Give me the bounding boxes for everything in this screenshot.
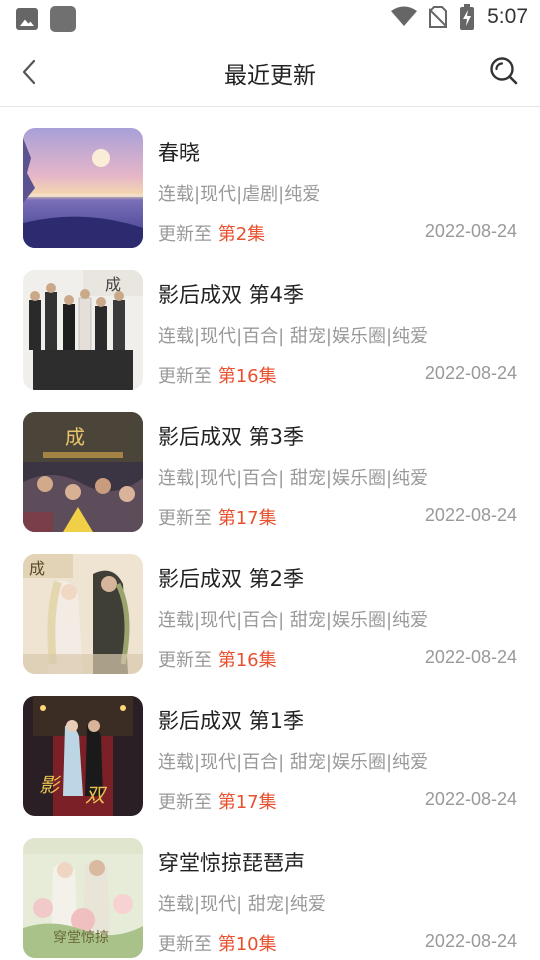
list-item[interactable]: 影 双 影后成双 第1季 连载|现代|百合| 甜宠|娱乐圈|纯爱 更新至 第17… [0,675,540,817]
item-tags: 连载|现代|百合| 甜宠|娱乐圈|纯爱 [158,610,429,631]
update-prefix: 更新至 [158,934,218,955]
episode-label: 第2集 [217,224,266,245]
item-date: 2022-08-24 [424,789,517,809]
cover-image[interactable]: 穿堂惊掠 [23,838,143,958]
app-bar: 最近更新 [0,36,540,107]
update-prefix: 更新至 [158,508,218,529]
episode-label: 第16集 [217,650,277,671]
update-prefix: 更新至 [158,792,218,813]
search-icon[interactable] [488,55,520,87]
svg-text:双: 双 [85,783,108,807]
update-list: 春晓 连载|现代|虐剧|纯爱 更新至 第2集 2022-08-24 成 影后成双… [0,107,540,959]
episode-label: 第17集 [217,792,277,813]
cover-image[interactable]: 成 [23,270,143,390]
item-date: 2022-08-24 [424,221,517,241]
episode-label: 第10集 [217,934,277,955]
item-update: 更新至 第17集 [158,788,277,814]
clock: 5:07 [487,5,528,28]
item-update: 更新至 第17集 [158,504,277,530]
item-title: 穿堂惊掠琵琶声 [158,851,305,875]
update-prefix: 更新至 [158,650,218,671]
item-date: 2022-08-24 [424,647,517,667]
list-item[interactable]: 成 影后成双 第3季 连载|现代|百合| 甜宠|娱乐圈|纯爱 更新至 第17集 … [0,391,540,533]
no-sim-icon [429,6,448,28]
item-date: 2022-08-24 [424,363,517,383]
item-tags: 连载|现代|虐剧|纯爱 [158,184,321,205]
cover-image[interactable] [23,128,143,248]
item-title: 影后成双 第2季 [158,567,305,591]
item-update: 更新至 第16集 [158,362,277,388]
item-update: 更新至 第10集 [158,930,277,956]
item-update: 更新至 第2集 [158,220,265,246]
item-date: 2022-08-24 [424,505,517,525]
image-icon [16,8,38,30]
cover-image[interactable]: 影 双 [23,696,143,816]
item-tags: 连载|现代|百合| 甜宠|娱乐圈|纯爱 [158,752,429,773]
cover-image[interactable]: 成 [23,412,143,532]
item-title: 春晓 [158,141,200,165]
episode-label: 第17集 [217,508,277,529]
list-item[interactable]: 成 影后成双 第2季 连载|现代|百合| 甜宠|娱乐圈|纯爱 更新至 第16集 … [0,533,540,675]
item-date: 2022-08-24 [424,931,517,951]
update-prefix: 更新至 [158,224,218,245]
app-icon [50,6,76,32]
cover-image[interactable]: 成 [23,554,143,674]
item-title: 影后成双 第3季 [158,425,305,449]
item-title: 影后成双 第1季 [158,709,305,733]
episode-label: 第16集 [217,366,277,387]
svg-text:成: 成 [65,425,85,449]
item-tags: 连载|现代| 甜宠|纯爱 [158,894,326,915]
svg-text:成: 成 [29,559,45,578]
page-title: 最近更新 [224,63,316,89]
list-item[interactable]: 穿堂惊掠 穿堂惊掠琵琶声 连载|现代| 甜宠|纯爱 更新至 第10集 2022-… [0,817,540,959]
item-tags: 连载|现代|百合| 甜宠|娱乐圈|纯爱 [158,468,429,489]
battery-charging-icon [460,4,475,30]
item-tags: 连载|现代|百合| 甜宠|娱乐圈|纯爱 [158,326,429,347]
wifi-icon [391,6,418,26]
list-item[interactable]: 成 影后成双 第4季 连载|现代|百合| 甜宠|娱乐圈|纯爱 更新至 第16集 … [0,249,540,391]
item-title: 影后成双 第4季 [158,283,305,307]
list-item[interactable]: 春晓 连载|现代|虐剧|纯爱 更新至 第2集 2022-08-24 [0,107,540,249]
status-bar: 5:07 [0,0,540,36]
svg-text:穿堂惊掠: 穿堂惊掠 [53,930,109,946]
svg-text:影: 影 [39,773,62,797]
item-update: 更新至 第16集 [158,646,277,672]
update-prefix: 更新至 [158,366,218,387]
